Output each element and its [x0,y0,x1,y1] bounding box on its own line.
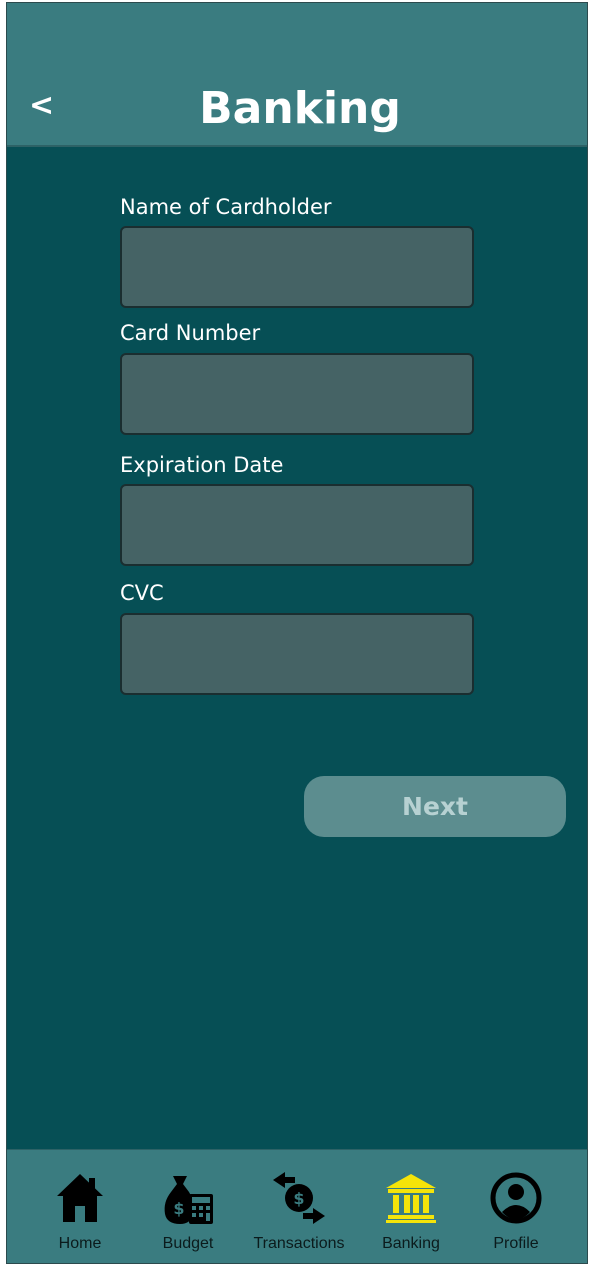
transfer-icon: $ [273,1172,325,1224]
expiration-date-input[interactable] [120,484,474,566]
nav-item-profile[interactable]: Profile [461,1150,571,1263]
nav-item-budget[interactable]: $ Budget [133,1150,243,1263]
next-button[interactable]: Next [304,776,566,837]
header-bar: < Banking [7,3,587,147]
cvc-label: CVC [120,581,164,605]
profile-icon [490,1172,542,1224]
svg-text:$: $ [173,1199,184,1218]
money-bag-calculator-icon: $ [164,1176,213,1224]
cardholder-name-input[interactable] [120,226,474,308]
nav-label-banking: Banking [382,1235,440,1252]
nav-item-transactions[interactable]: $ Transactions [244,1150,354,1263]
expiration-date-label: Expiration Date [120,453,284,477]
card-number-label: Card Number [120,321,261,345]
card-number-input[interactable] [120,353,474,435]
cardholder-name-label: Name of Cardholder [120,195,332,219]
nav-item-home[interactable]: Home [25,1150,135,1263]
bottom-navigation: Home $ Budget $ Transactions Banking Pro… [7,1149,587,1263]
app-frame: < Banking Name of Cardholder Card Number… [6,2,588,1264]
page-title: Banking [199,83,401,134]
nav-label-budget: Budget [162,1235,214,1252]
svg-text:$: $ [293,1189,304,1208]
cvc-input[interactable] [120,613,474,695]
nav-label-home: Home [58,1235,102,1252]
home-icon [57,1174,103,1222]
nav-item-banking[interactable]: Banking [356,1150,466,1263]
nav-label-profile: Profile [493,1235,539,1252]
bank-icon [386,1174,436,1223]
nav-label-transactions: Transactions [253,1235,345,1252]
